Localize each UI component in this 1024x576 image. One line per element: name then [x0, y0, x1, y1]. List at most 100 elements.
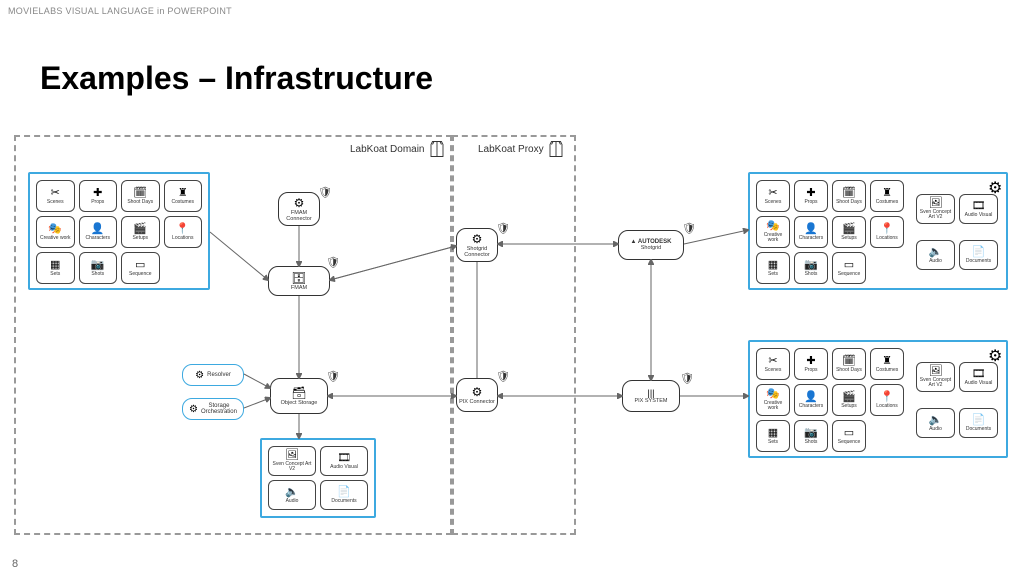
tile-setups: 🎬Setups — [121, 216, 160, 248]
tile-shots: 📷Shots — [794, 420, 828, 452]
pix-connector-node: ⚙ PIX Connector — [456, 378, 498, 412]
tile-shoot-days: 🗓Shoot Days — [121, 180, 160, 212]
connector-icon: ⚙ — [472, 232, 483, 246]
asset-grid: ✂Scenes✚Props🗓Shoot Days♜Costumes 🎭Creati… — [750, 174, 910, 288]
tile-documents: 📄Documents — [320, 480, 368, 510]
tile-audio-visual: 🎞Audio Visual — [959, 362, 998, 392]
shotgrid-node: ▲ AUTODESK Shotgrid — [618, 230, 684, 260]
tile-characters: 👤Characters — [794, 384, 828, 416]
node-label: PIX Connector — [459, 399, 495, 405]
node-label: Shotgrid Connector — [457, 246, 497, 258]
shield-icon: 🛡 — [326, 370, 338, 384]
shield-icon: 🛡 — [496, 370, 508, 384]
pix-icon: ||| — [647, 388, 654, 398]
tile-sequence: ▭Sequence — [832, 252, 866, 284]
tile-scenes: ✂Scenes — [756, 180, 790, 212]
labcoat-icon — [429, 140, 445, 158]
shotgrid-connector-node: ⚙ Shotgrid Connector — [456, 228, 498, 262]
tile-shots: 📷Shots — [794, 252, 828, 284]
tile-shots: 📷Shots — [79, 252, 118, 284]
tile-sequence: ▭Sequence — [121, 252, 160, 284]
tile-audio: 🔈Audio — [268, 480, 316, 510]
node-label: FMAM — [291, 285, 307, 291]
asset-grid: ✂Scenes✚Props🗓Shoot Days♜Costumes 🎭Creati… — [30, 174, 208, 290]
tile-creative-work: 🎭Creative work — [36, 216, 75, 248]
media-grid: 🖼Sven Concept Art V2🎞Audio Visual🔈Audio📄… — [910, 188, 1004, 288]
tile-locations: 📍Locations — [870, 216, 904, 248]
media-grid: 🖼Sven Concept Art V2🎞Audio Visual🔈Audio📄… — [262, 440, 374, 516]
proxy-text: LabKoat Proxy — [478, 144, 544, 155]
tile-costumes: ♜Costumes — [870, 180, 904, 212]
labcoat-icon — [548, 140, 564, 158]
tile-locations: 📍Locations — [870, 384, 904, 416]
tile-props: ✚Props — [79, 180, 118, 212]
domain-text: LabKoat Domain — [350, 144, 425, 155]
right-box-bottom: ⚙ ✂Scenes✚Props🗓Shoot Days♜Costumes 🎭Crea… — [748, 340, 1008, 458]
node-label: Shotgrid — [641, 245, 662, 251]
tile-audio: 🔈Audio — [916, 240, 955, 270]
shield-icon: 🛡 — [496, 222, 508, 236]
node-label: Resolver — [207, 372, 231, 378]
tile-scenes: ✂Scenes — [36, 180, 75, 212]
connector-icon: ⚙ — [294, 196, 305, 210]
header-text: MOVIELABS VISUAL LANGUAGE in POWERPOINT — [8, 6, 232, 16]
tile-sven-concept-art-v2: 🖼Sven Concept Art V2 — [916, 362, 955, 392]
labkoat-proxy-label: LabKoat Proxy — [478, 140, 564, 158]
tile-sets: ▦Sets — [756, 252, 790, 284]
asset-box-left: ✂Scenes✚Props🗓Shoot Days♜Costumes 🎭Creati… — [28, 172, 210, 290]
media-grid: 🖼Sven Concept Art V2🎞Audio Visual🔈Audio📄… — [910, 356, 1004, 456]
gear-icon: ⚙ — [189, 404, 198, 415]
tile-props: ✚Props — [794, 180, 828, 212]
storage-icon: 🗃 — [291, 386, 306, 400]
database-icon: 🗄 — [291, 271, 306, 285]
tile-shoot-days: 🗓Shoot Days — [832, 180, 866, 212]
tile-setups: 🎬Setups — [832, 216, 866, 248]
gear-icon: ⚙ — [988, 346, 1002, 360]
fmam-connector-node: ⚙ FMAM Connector — [278, 192, 320, 226]
resolver-node: ⚙Resolver — [182, 364, 244, 386]
gear-icon: ⚙ — [195, 370, 204, 381]
tile-sets: ▦Sets — [36, 252, 75, 284]
tile-sequence: ▭Sequence — [832, 420, 866, 452]
tile-characters: 👤Characters — [794, 216, 828, 248]
shield-icon: 🛡 — [682, 222, 694, 236]
fmam-node: 🗄 FMAM — [268, 266, 330, 296]
tile-documents: 📄Documents — [959, 408, 998, 438]
shield-icon: 🛡 — [318, 186, 330, 200]
asset-grid: ✂Scenes✚Props🗓Shoot Days♜Costumes 🎭Creati… — [750, 342, 910, 456]
tile-props: ✚Props — [794, 348, 828, 380]
right-box-top: ⚙ ✂Scenes✚Props🗓Shoot Days♜Costumes 🎭Crea… — [748, 172, 1008, 290]
tile-audio: 🔈Audio — [916, 408, 955, 438]
node-label: PIX SYSTEM — [634, 398, 667, 404]
gear-icon: ⚙ — [988, 178, 1002, 192]
node-label: Storage Orchestration — [201, 403, 237, 415]
tile-costumes: ♜Costumes — [870, 348, 904, 380]
tile-sven-concept-art-v2: 🖼Sven Concept Art V2 — [916, 194, 955, 224]
tile-documents: 📄Documents — [959, 240, 998, 270]
storage-orch-node: ⚙Storage Orchestration — [182, 398, 244, 420]
tile-shoot-days: 🗓Shoot Days — [832, 348, 866, 380]
connector-icon: ⚙ — [472, 385, 483, 399]
shield-icon: 🛡 — [326, 256, 338, 270]
tile-audio-visual: 🎞Audio Visual — [959, 194, 998, 224]
tile-costumes: ♜Costumes — [164, 180, 203, 212]
page-number: 8 — [12, 558, 18, 570]
node-label: FMAM Connector — [279, 210, 319, 222]
tile-audio-visual: 🎞Audio Visual — [320, 446, 368, 476]
labkoat-domain-label: LabKoat Domain — [350, 140, 445, 158]
tile-creative-work: 🎭Creative work — [756, 216, 790, 248]
labkoat-proxy-region — [452, 135, 576, 535]
tile-sets: ▦Sets — [756, 420, 790, 452]
media-box-bottom: 🖼Sven Concept Art V2🎞Audio Visual🔈Audio📄… — [260, 438, 376, 518]
tile-setups: 🎬Setups — [832, 384, 866, 416]
tile-creative-work: 🎭Creative work — [756, 384, 790, 416]
tile-scenes: ✂Scenes — [756, 348, 790, 380]
object-storage-node: 🗃 Object Storage — [270, 378, 328, 414]
page-title: Examples – Infrastructure — [40, 60, 433, 97]
shield-icon: 🛡 — [680, 372, 692, 386]
pix-node: ||| PIX SYSTEM — [622, 380, 680, 412]
tile-sven-concept-art-v2: 🖼Sven Concept Art V2 — [268, 446, 316, 476]
node-label: Object Storage — [281, 400, 318, 406]
tile-locations: 📍Locations — [164, 216, 203, 248]
tile-characters: 👤Characters — [79, 216, 118, 248]
